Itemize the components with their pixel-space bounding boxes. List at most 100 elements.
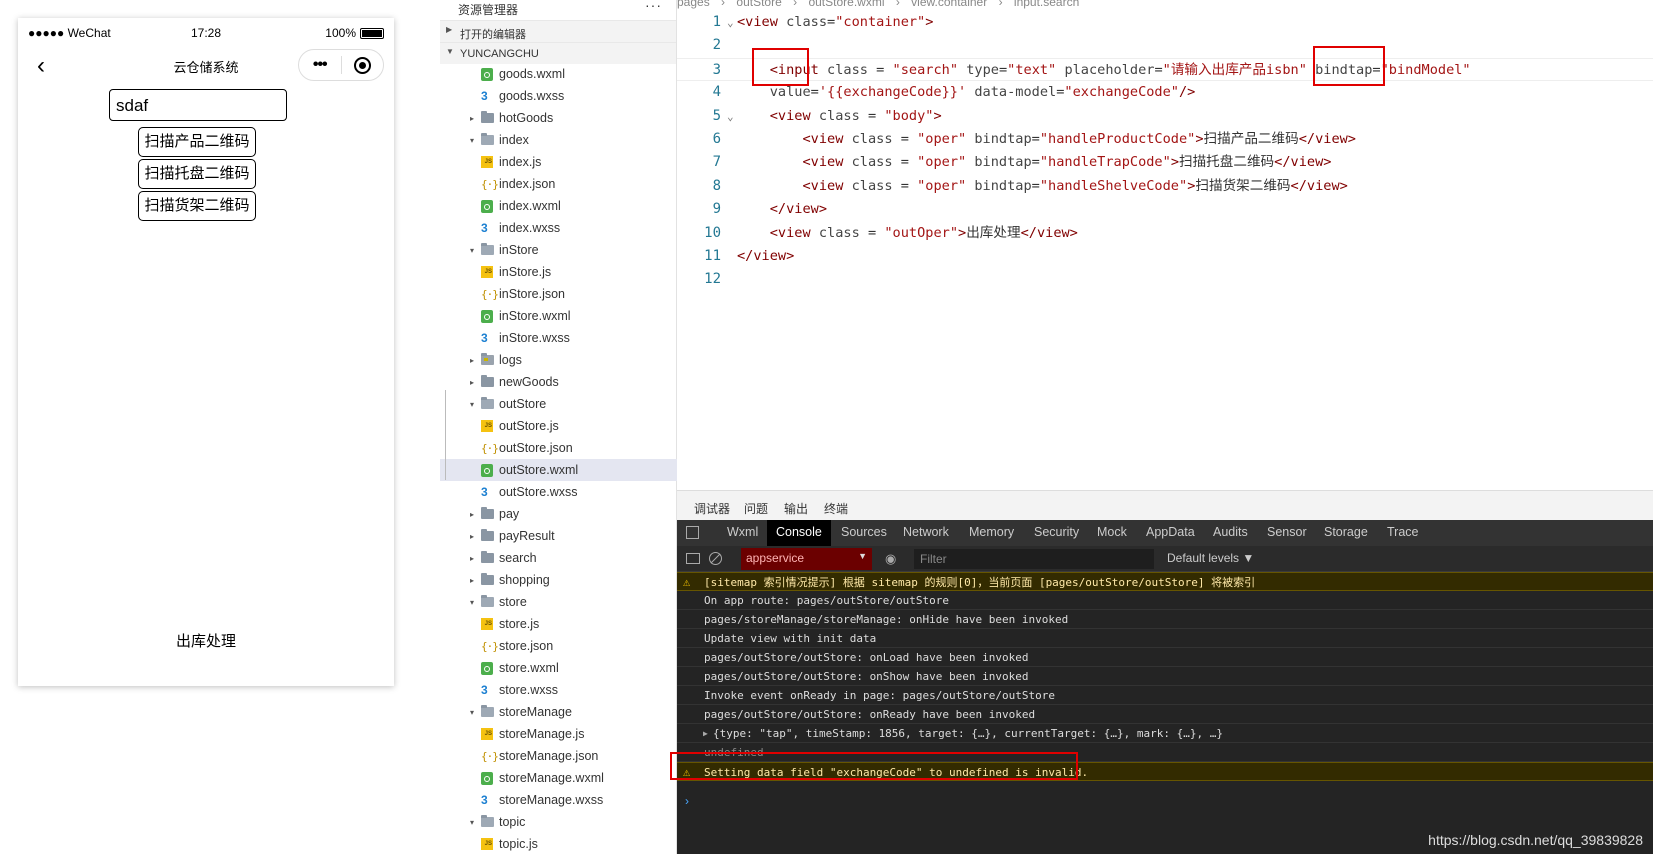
tree-item-label: index.js xyxy=(499,155,542,169)
tree-folder[interactable]: ▸ payResult xyxy=(440,525,677,547)
navigation-bar: ‹ 云仓储系统 ••• xyxy=(18,46,394,86)
tree-file[interactable]: 3 inStore.wxss xyxy=(440,327,677,349)
tree-folder[interactable]: ▾ topic xyxy=(440,811,677,833)
tree-file[interactable]: {·} store.json xyxy=(440,635,677,657)
panel-tab-wxml[interactable]: Wxml xyxy=(727,525,758,539)
more-actions-icon[interactable]: ··· xyxy=(645,0,662,13)
panel-tab-storage[interactable]: Storage xyxy=(1324,525,1368,539)
close-miniprogram-icon[interactable] xyxy=(341,56,383,74)
scan-trap-button[interactable]: 扫描托盘二维码 xyxy=(138,159,256,189)
tree-folder[interactable]: ▾ storeManage xyxy=(440,701,677,723)
breadcrumb-item[interactable]: pages xyxy=(677,0,710,9)
tree-item-label: logs xyxy=(499,353,522,367)
filter-input[interactable]: Filter xyxy=(914,549,1154,569)
eye-icon[interactable]: ◉ xyxy=(885,551,896,567)
tree-folder[interactable]: ▸ logs xyxy=(440,349,677,371)
tree-file[interactable]: 3 outStore.wxss xyxy=(440,481,677,503)
panel-tab-trace[interactable]: Trace xyxy=(1387,525,1419,539)
tab-debugger[interactable]: 调试器 xyxy=(694,500,731,522)
tab-output[interactable]: 输出 xyxy=(784,500,808,517)
tree-file[interactable]: 3 goods.wxss xyxy=(440,85,677,107)
console-log[interactable]: ▶ {type: "tap", timeStamp: 1856, target: … xyxy=(677,724,1653,743)
tree-file[interactable]: store.wxml xyxy=(440,657,677,679)
chevron-down-icon: ▾ xyxy=(469,707,474,717)
panel-tab-security[interactable]: Security xyxy=(1034,525,1079,539)
code-line: 1 ⌄ <view class="container"> xyxy=(712,14,934,30)
tree-file[interactable]: outStore.wxml xyxy=(440,459,677,481)
js-file-icon: JS xyxy=(481,156,499,168)
tree-file[interactable]: JS storeManage.js xyxy=(440,723,677,745)
log-levels-select[interactable]: Default levels ▼ xyxy=(1167,551,1254,565)
chevron-right-icon: ▸ xyxy=(469,377,474,387)
panel-tab-console[interactable]: Console xyxy=(767,520,831,546)
tree-file[interactable]: JS outStore.js xyxy=(440,415,677,437)
wxml-file-icon xyxy=(481,309,499,323)
tree-folder[interactable]: ▸ hotGoods xyxy=(440,107,677,129)
json-file-icon: {·} xyxy=(481,287,499,301)
tree-file[interactable]: inStore.wxml xyxy=(440,305,677,327)
scan-product-button[interactable]: 扫描产品二维码 xyxy=(138,127,256,157)
panel-tab-audits[interactable]: Audits xyxy=(1213,525,1248,539)
console-prompt-icon[interactable]: › xyxy=(685,794,689,808)
tab-problems[interactable]: 问题 xyxy=(744,500,768,517)
inspect-element-icon[interactable] xyxy=(686,526,699,539)
tree-folder[interactable]: ▾ outStore xyxy=(440,393,677,415)
context-select[interactable]: appservice ▼ xyxy=(741,548,872,570)
folder-icon xyxy=(481,375,499,387)
tree-file[interactable]: {·} storeManage.json xyxy=(440,745,677,767)
tree-folder[interactable]: ▾ index xyxy=(440,129,677,151)
tree-item-label: storeManage.json xyxy=(499,749,599,763)
clear-console-icon[interactable] xyxy=(709,552,722,565)
expand-arrow-icon[interactable]: ▶ xyxy=(703,724,708,742)
tree-file[interactable]: JS inStore.js xyxy=(440,261,677,283)
console-log: pages/outStore/outStore: onShow have bee… xyxy=(677,667,1653,686)
code-editor[interactable]: pages › outStore › outStore.wxml › view.… xyxy=(677,0,1653,490)
project-section[interactable]: ▼ YUNCANGCHU xyxy=(440,42,676,64)
panel-tab-appdata[interactable]: AppData xyxy=(1146,525,1195,539)
console-log: pages/outStore/outStore: onLoad have bee… xyxy=(677,648,1653,667)
panel-tab-network[interactable]: Network xyxy=(903,525,949,539)
panel-tab-sensor[interactable]: Sensor xyxy=(1267,525,1307,539)
tree-folder[interactable]: ▾ inStore xyxy=(440,239,677,261)
breadcrumb-item[interactable]: outStore.wxml xyxy=(808,0,884,9)
tree-file[interactable]: 3 storeManage.wxss xyxy=(440,789,677,811)
scan-shelve-button[interactable]: 扫描货架二维码 xyxy=(138,191,256,221)
breadcrumb-item[interactable]: input.search xyxy=(1014,0,1079,9)
out-oper-label[interactable]: 出库处理 xyxy=(18,630,394,651)
tree-file[interactable]: {·} outStore.json xyxy=(440,437,677,459)
tree-file[interactable]: JS topic.js xyxy=(440,833,677,854)
panel-tab-sources[interactable]: Sources xyxy=(841,525,887,539)
breadcrumb-item[interactable]: view.container xyxy=(911,0,987,9)
tree-file[interactable]: JS store.js xyxy=(440,613,677,635)
tree-file[interactable]: {·} inStore.json xyxy=(440,283,677,305)
breadcrumb-item[interactable]: outStore xyxy=(736,0,781,9)
tree-item-label: outStore.json xyxy=(499,441,573,455)
tree-file[interactable]: 3 store.wxss xyxy=(440,679,677,701)
open-editors-section[interactable]: ▶ 打开的编辑器 xyxy=(440,20,676,42)
panel-tab-memory[interactable]: Memory xyxy=(969,525,1014,539)
tree-file[interactable]: goods.wxml xyxy=(440,63,677,85)
chevron-down-icon: ▾ xyxy=(469,817,474,827)
tree-file[interactable]: storeManage.wxml xyxy=(440,767,677,789)
isbn-search-input[interactable]: sdaf xyxy=(109,89,287,121)
chevron-right-icon: ▸ xyxy=(469,113,474,123)
console-log: Invoke event onReady in page: pages/outS… xyxy=(677,686,1653,705)
panel-tab-mock[interactable]: Mock xyxy=(1097,525,1127,539)
tab-terminal[interactable]: 终端 xyxy=(824,500,848,517)
tree-folder[interactable]: ▸ newGoods xyxy=(440,371,677,393)
tree-folder[interactable]: ▸ pay xyxy=(440,503,677,525)
tree-folder[interactable]: ▸ search xyxy=(440,547,677,569)
sidebar-toggle-icon[interactable] xyxy=(686,553,700,564)
tree-item-label: topic xyxy=(499,815,526,829)
tree-item-label: payResult xyxy=(499,529,555,543)
tree-file[interactable]: {·} index.json xyxy=(440,173,677,195)
tree-file[interactable]: JS index.js xyxy=(440,151,677,173)
tree-item-label: store.wxss xyxy=(499,683,559,697)
tree-file[interactable]: 3 index.wxss xyxy=(440,217,677,239)
more-options-icon[interactable]: ••• xyxy=(299,56,341,74)
tree-file[interactable]: index.wxml xyxy=(440,195,677,217)
tree-folder[interactable]: ▾ store xyxy=(440,591,677,613)
console-log: Update view with init data xyxy=(677,629,1653,648)
wxml-file-icon xyxy=(481,67,499,81)
tree-folder[interactable]: ▸ shopping xyxy=(440,569,677,591)
